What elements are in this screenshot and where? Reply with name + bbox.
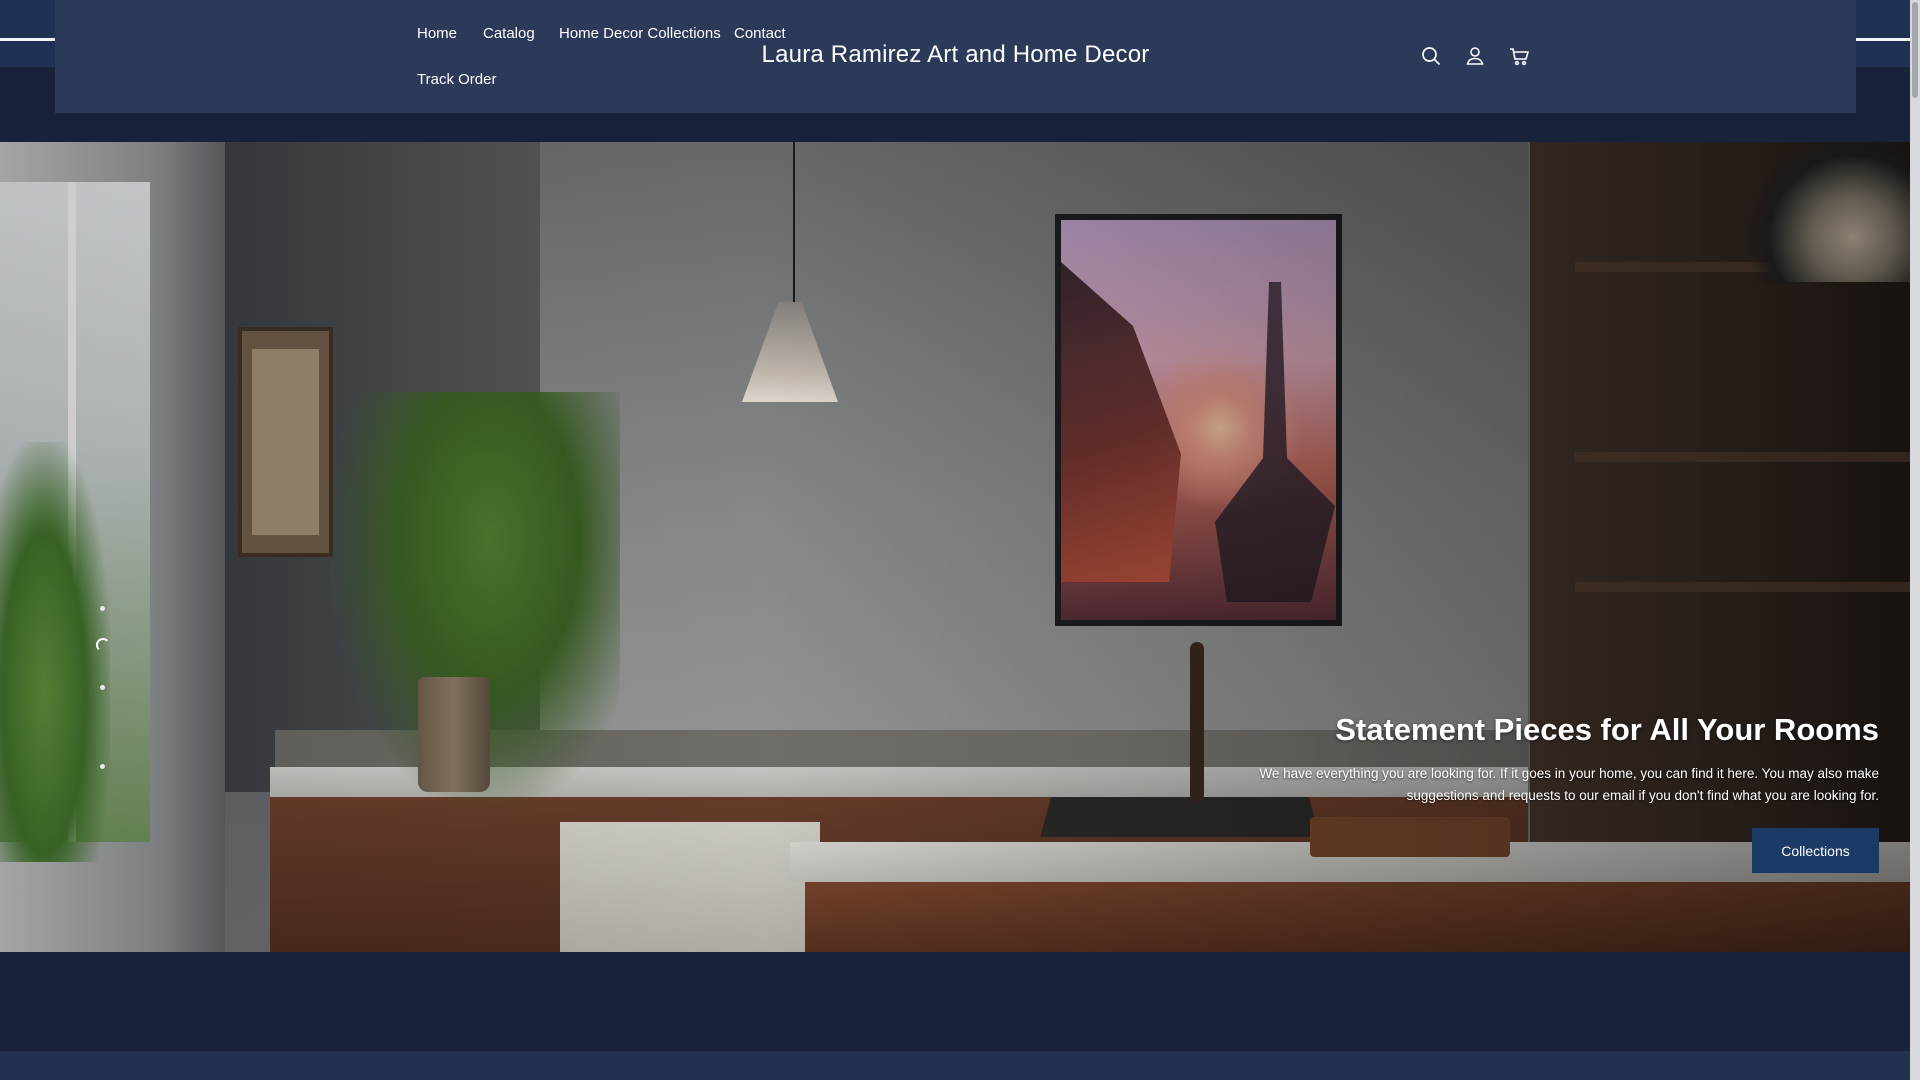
search-icon[interactable]: [1419, 44, 1443, 68]
nav-home-decor-collections[interactable]: Home Decor Collections: [559, 25, 721, 42]
next-section-edge: [0, 1051, 1920, 1080]
nav-track-order[interactable]: Track Order: [417, 71, 496, 88]
hero-subtext: We have everything you are looking for. …: [1179, 763, 1879, 807]
page-scrollbar[interactable]: [1910, 0, 1920, 1080]
site-header: Home Catalog Home Decor Collections Cont…: [55, 0, 1856, 113]
nav-catalog[interactable]: Catalog: [483, 25, 535, 42]
slide-dot-1[interactable]: [100, 606, 105, 611]
edge-line-right: [1856, 38, 1910, 41]
slide-pagination: [96, 602, 116, 772]
site-title[interactable]: Laura Ramirez Art and Home Decor: [55, 41, 1856, 69]
slide-dot-3[interactable]: [100, 685, 105, 690]
hero-heading: Statement Pieces for All Your Rooms: [1335, 712, 1879, 747]
page: Home Catalog Home Decor Collections Cont…: [0, 0, 1920, 1080]
scrollbar-thumb[interactable]: [1912, 2, 1918, 98]
nav-contact[interactable]: Contact: [734, 25, 786, 42]
hero-subtext-line-2: suggestions and requests to our email if…: [1406, 787, 1879, 803]
nav-home[interactable]: Home: [417, 25, 457, 42]
edge-line-left: [0, 38, 55, 41]
hero-banner: Statement Pieces for All Your Rooms We h…: [0, 142, 1910, 952]
account-icon[interactable]: [1463, 44, 1487, 68]
collections-button[interactable]: Collections: [1752, 828, 1879, 873]
cart-icon[interactable]: [1507, 44, 1531, 68]
hero-text-block: Statement Pieces for All Your Rooms We h…: [1179, 712, 1879, 807]
hero-subtext-line-1: We have everything you are looking for. …: [1259, 765, 1879, 781]
slide-dot-2-active[interactable]: [96, 638, 110, 652]
slide-dot-4[interactable]: [100, 764, 105, 769]
hero-background-image: [0, 142, 1910, 952]
